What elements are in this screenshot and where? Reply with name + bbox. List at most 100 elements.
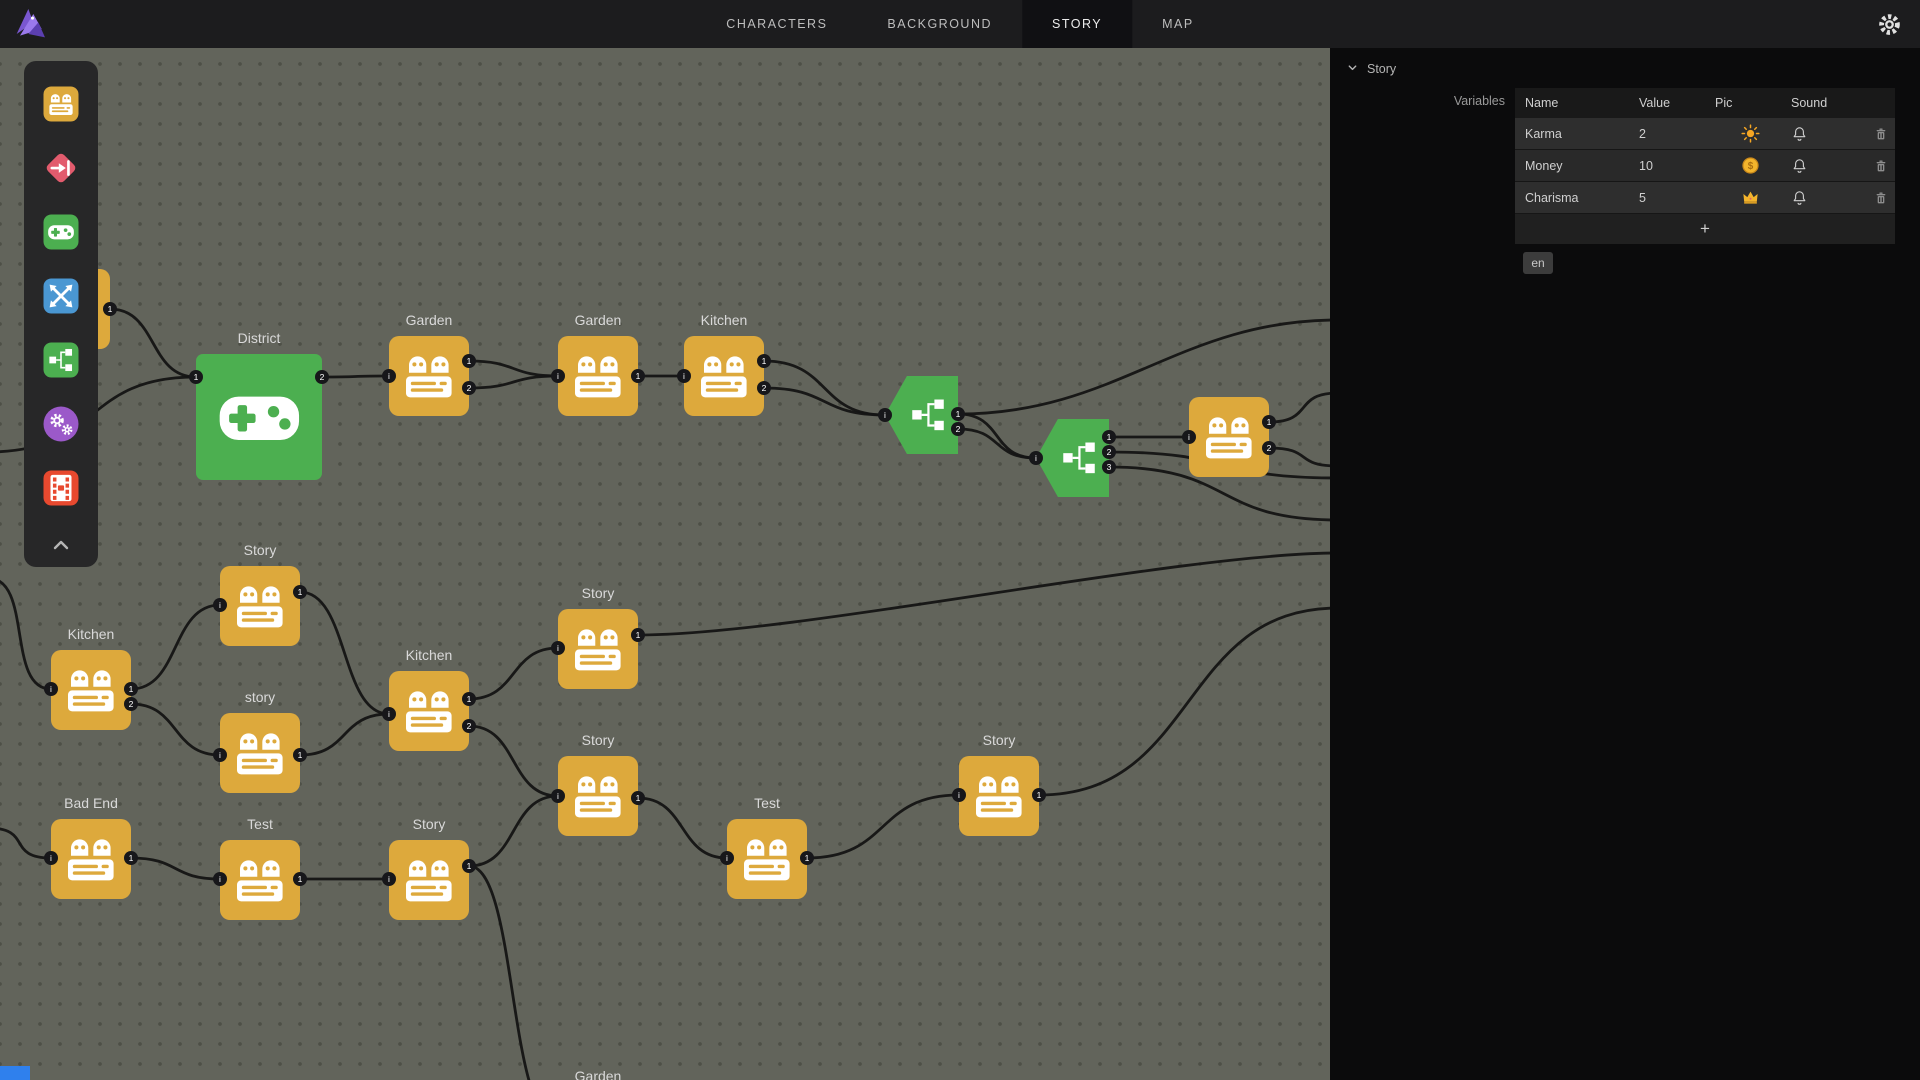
scene-node-icon (389, 336, 469, 416)
variables-rows: Karma2 Money10 $ Charisma5 (1515, 118, 1895, 214)
settings-node-icon[interactable] (40, 403, 82, 445)
col-value: Value (1634, 96, 1710, 110)
port-i[interactable]: i (677, 369, 691, 383)
delete-variable-icon[interactable] (1862, 158, 1895, 174)
node-story-1[interactable]: Storyi1 (220, 566, 300, 646)
game-node-icon (196, 354, 322, 480)
node-kitchen-left[interactable]: Kitcheni12 (51, 650, 131, 730)
node-story-bottom[interactable]: Storyi1 (389, 840, 469, 920)
port-2[interactable]: 2 (757, 381, 771, 395)
node-story-center-top[interactable]: Storyi1 (558, 609, 638, 689)
port-2[interactable]: 2 (1102, 445, 1116, 459)
node-scene-right[interactable]: i12 (1189, 397, 1269, 477)
port-1[interactable]: 1 (462, 692, 476, 706)
panel-section-header[interactable]: Story (1347, 62, 1396, 76)
node-label: Garden (406, 312, 453, 328)
story-panel: Story Variables Name Value Pic Sound Kar… (1330, 48, 1920, 1080)
node-label: Story (983, 732, 1016, 748)
port-1[interactable]: 1 (293, 748, 307, 762)
node-garden-1[interactable]: Gardeni12 (389, 336, 469, 416)
node-bad-end[interactable]: Bad Endi1 (51, 819, 131, 899)
node-label: Test (247, 816, 273, 832)
variable-value[interactable]: 5 (1634, 191, 1710, 205)
variable-row-karma[interactable]: Karma2 (1515, 118, 1895, 150)
flowchart-node-icon[interactable] (40, 339, 82, 381)
edge-26 (638, 798, 727, 858)
port-i[interactable]: i (1029, 451, 1043, 465)
port-1[interactable]: 1 (757, 354, 771, 368)
node-story-center-bottom[interactable]: Storyi1 (558, 756, 638, 836)
port-2[interactable]: 2 (315, 370, 329, 384)
delete-variable-icon[interactable] (1862, 190, 1895, 206)
bell-icon[interactable] (1786, 157, 1862, 174)
variable-row-charisma[interactable]: Charisma5 (1515, 182, 1895, 214)
port-1[interactable]: 1 (631, 791, 645, 805)
port-2[interactable]: 2 (951, 422, 965, 436)
variable-name[interactable]: Money (1515, 159, 1634, 173)
settings-gear-icon[interactable] (1877, 12, 1902, 37)
scene-node-icon (1189, 397, 1269, 477)
port-i[interactable]: i (382, 369, 396, 383)
edge-30 (0, 578, 51, 689)
port-3[interactable]: 3 (1102, 460, 1116, 474)
chevron-down-icon (1347, 62, 1358, 76)
tab-characters[interactable]: CHARACTERS (696, 0, 857, 48)
port-i[interactable]: i (551, 369, 565, 383)
crown-icon[interactable] (1710, 188, 1786, 207)
port-1[interactable]: 1 (189, 370, 203, 384)
node-test-center[interactable]: Testi1 (727, 819, 807, 899)
variable-name[interactable]: Karma (1515, 127, 1634, 141)
node-story-lower[interactable]: storyi1 (220, 713, 300, 793)
variable-row-money[interactable]: Money10 $ (1515, 150, 1895, 182)
variables-table: Name Value Pic Sound Karma2 Money10 $ Ch… (1515, 88, 1895, 244)
tab-background[interactable]: BACKGROUND (857, 0, 1022, 48)
scroll-corner[interactable] (0, 1066, 30, 1080)
scene-node-icon[interactable] (40, 83, 82, 125)
tab-story[interactable]: STORY (1022, 0, 1132, 48)
edge-3 (469, 376, 558, 388)
port-i[interactable]: i (551, 789, 565, 803)
port-1[interactable]: 1 (1102, 430, 1116, 444)
scene-node-icon (220, 566, 300, 646)
add-variable-button[interactable]: + (1515, 214, 1895, 244)
node-label: Test (754, 795, 780, 811)
video-node-icon[interactable] (40, 467, 82, 509)
node-garden-2[interactable]: Gardeni1 (558, 336, 638, 416)
language-button[interactable]: en (1523, 252, 1553, 274)
variable-value[interactable]: 10 (1634, 159, 1710, 173)
port-i[interactable]: i (213, 748, 227, 762)
node-flow-2[interactable]: i123 (1036, 419, 1109, 497)
port-1[interactable]: 1 (462, 354, 476, 368)
port-2[interactable]: 2 (462, 381, 476, 395)
exit-node-icon[interactable] (40, 147, 82, 189)
game-node-icon[interactable] (40, 211, 82, 253)
node-flow-1[interactable]: i12 (885, 376, 958, 454)
chevron-up-icon[interactable] (49, 533, 73, 553)
app-logo-icon[interactable] (10, 4, 50, 44)
sun-icon[interactable] (1710, 124, 1786, 143)
port-1[interactable]: 1 (462, 859, 476, 873)
delete-variable-icon[interactable] (1862, 126, 1895, 142)
bell-icon[interactable] (1786, 189, 1862, 206)
bell-icon[interactable] (1786, 125, 1862, 142)
edge-6 (764, 388, 885, 415)
move-node-icon[interactable] (40, 275, 82, 317)
story-graph-canvas[interactable]: 1 District12 Gardeni12 Gardeni1 Kitcheni… (0, 48, 1330, 1080)
port-1[interactable]: 1 (631, 628, 645, 642)
edge-28 (1039, 608, 1330, 795)
port-i[interactable]: i (878, 408, 892, 422)
node-kitchen-top[interactable]: Kitcheni12 (684, 336, 764, 416)
port-1[interactable]: 1 (103, 302, 117, 316)
port-1[interactable]: 1 (631, 369, 645, 383)
node-district[interactable]: District12 (196, 354, 322, 480)
coin-icon[interactable]: $ (1710, 156, 1786, 175)
scene-node-icon (51, 819, 131, 899)
variable-name[interactable]: Charisma (1515, 191, 1634, 205)
port-i[interactable]: i (1182, 430, 1196, 444)
tab-map[interactable]: MAP (1132, 0, 1224, 48)
node-test-left[interactable]: Testi1 (220, 840, 300, 920)
variable-value[interactable]: 2 (1634, 127, 1710, 141)
node-kitchen-center[interactable]: Kitcheni12 (389, 671, 469, 751)
port-1[interactable]: 1 (1262, 415, 1276, 429)
node-story-right[interactable]: Storyi1 (959, 756, 1039, 836)
